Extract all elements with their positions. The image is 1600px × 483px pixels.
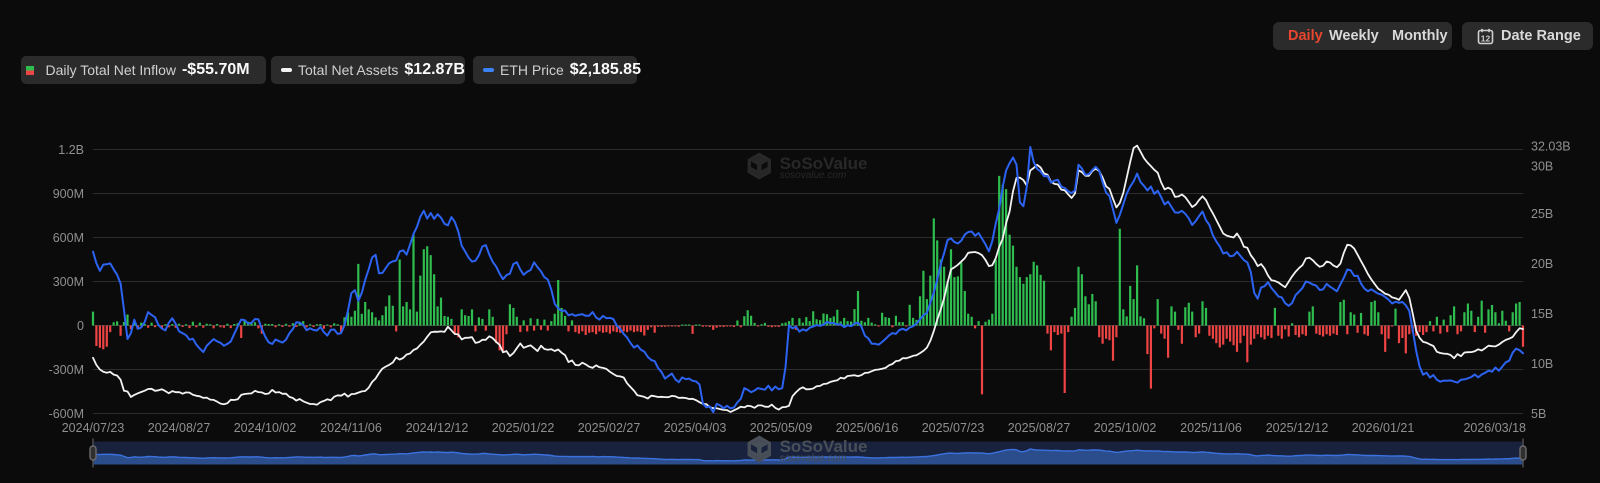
svg-text:2024/12/12: 2024/12/12 <box>406 421 469 435</box>
svg-text:2025/11/06: 2025/11/06 <box>1180 421 1242 435</box>
svg-text:2025/06/16: 2025/06/16 <box>836 421 899 435</box>
svg-text:2026/03/18: 2026/03/18 <box>1463 421 1526 435</box>
svg-text:2025/10/02: 2025/10/02 <box>1094 421 1157 435</box>
svg-text:2025/12/12: 2025/12/12 <box>1266 421 1329 435</box>
svg-text:2025/07/23: 2025/07/23 <box>922 421 985 435</box>
svg-text:1.2B: 1.2B <box>58 143 84 157</box>
svg-text:15B: 15B <box>1531 307 1553 321</box>
svg-text:2025/08/27: 2025/08/27 <box>1008 421 1071 435</box>
svg-text:2024/11/06: 2024/11/06 <box>320 421 382 435</box>
svg-text:32.03B: 32.03B <box>1531 140 1571 154</box>
svg-text:2025/04/03: 2025/04/03 <box>664 421 727 435</box>
svg-text:30B: 30B <box>1531 160 1553 174</box>
svg-text:-600M: -600M <box>49 407 84 421</box>
svg-text:300M: 300M <box>53 275 84 289</box>
svg-text:2025/01/22: 2025/01/22 <box>492 421 555 435</box>
svg-text:2025/05/09: 2025/05/09 <box>750 421 813 435</box>
svg-text:2024/08/27: 2024/08/27 <box>148 421 211 435</box>
svg-text:0: 0 <box>77 319 84 333</box>
svg-text:10B: 10B <box>1531 357 1553 371</box>
svg-text:sosovalue.com: sosovalue.com <box>780 453 847 464</box>
svg-text:20B: 20B <box>1531 257 1553 271</box>
svg-text:2026/01/21: 2026/01/21 <box>1352 421 1415 435</box>
svg-text:2024/07/23: 2024/07/23 <box>62 421 125 435</box>
svg-text:12: 12 <box>1481 33 1491 43</box>
svg-text:2024/10/02: 2024/10/02 <box>234 421 297 435</box>
svg-text:2025/02/27: 2025/02/27 <box>578 421 641 435</box>
svg-text:sosovalue.com: sosovalue.com <box>780 170 847 181</box>
svg-text:600M: 600M <box>53 231 84 245</box>
svg-text:900M: 900M <box>53 187 84 201</box>
svg-text:-300M: -300M <box>49 363 84 377</box>
svg-text:5B: 5B <box>1531 407 1546 421</box>
svg-text:25B: 25B <box>1531 207 1553 221</box>
